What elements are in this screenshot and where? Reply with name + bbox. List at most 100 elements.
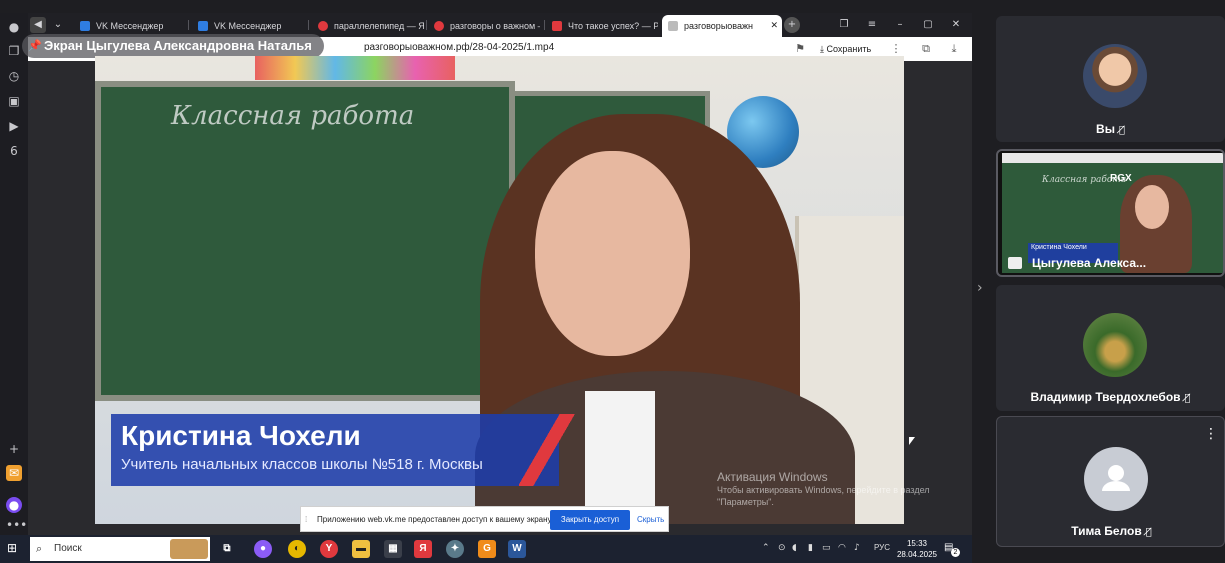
participant-name: Цыгулева Алекса... [1032,256,1147,270]
chevron-down-icon[interactable]: ⌄ [50,17,66,33]
menu-icon[interactable]: ≡ [864,17,880,33]
caption-name: Кристина Чохели [121,420,361,451]
participant-tile-self[interactable]: Вы 🎙̸ [996,16,1225,142]
desktop: ● ❐ ◷ ▣ ▶ 6 + ✉ ● ••• ◀ ⌄ VK Мессенджер … [0,0,1225,563]
chalkboard: Классная работа [95,81,515,401]
browser-side-panel: ● ❐ ◷ ▣ ▶ 6 + ✉ ● ••• [0,13,28,535]
more-options-icon[interactable]: ⋮ [1204,427,1218,441]
odnoklassniki-app-icon[interactable]: G [478,540,496,558]
vpn-app-icon[interactable]: ✦ [446,540,464,558]
store-icon[interactable]: ▦ [384,540,402,558]
tabs-overview-icon[interactable]: ❐ [836,17,852,33]
url-text[interactable]: разговорыоважном.рф/28-04-2025/1.mp4 [364,42,554,53]
mail-icon[interactable]: ✉ [6,465,22,481]
yandex-browser-icon[interactable]: Y [320,540,338,558]
pin-icon[interactable]: 📌 [28,34,42,58]
yandex-app-icon[interactable]: Я [414,540,432,558]
notification-count: 2 [951,548,960,557]
alice-app-icon[interactable]: ● [254,540,272,558]
tab-talks[interactable]: разговоры о важном — [428,15,540,37]
notification-center-icon[interactable]: ▤ 2 [944,542,960,557]
screen-share-label: 📌 Экран Цыгулева Александровна Наталья [22,34,324,58]
caption-title: Учитель начальных классов школы №518 г. … [121,456,483,473]
collapse-participants-icon[interactable]: › [977,280,983,296]
beeline-app-icon[interactable]: ◐ [288,540,306,558]
screen-share-icon [1008,257,1022,269]
new-tab-icon[interactable]: + [784,17,800,33]
tab-count-icon[interactable]: 6 [6,143,22,159]
vk-icon [198,21,208,31]
windows-taskbar: ⊞ ⌕ Поиск ⧉ ● ◐ Y ▬ ▦ Я ✦ G W ⌃ ⊙ ◖ ▮ ▭ … [0,535,972,563]
windows-activation-watermark: Активация Windows Чтобы активировать Win… [717,470,930,507]
speaker-face [535,151,690,356]
mic-off-icon: 🎙̸ [1184,393,1191,404]
windows-start-icon[interactable]: ⊞ [7,541,21,555]
more-options-icon[interactable]: ⋮ [888,41,904,57]
close-tab-icon[interactable]: ✕ [770,15,778,37]
mic-off-icon: 🎙̸ [1118,125,1125,136]
avatar [1084,447,1148,511]
mouse-cursor [909,437,915,445]
speaker-shirt [585,391,655,524]
tray-expand-icon[interactable]: ⌃ [762,543,770,553]
bookmark-icon[interactable]: ⚑ [792,41,808,57]
extensions-icon[interactable]: ⧉ [918,41,934,57]
yandex-icon [318,21,328,31]
hide-notice-link[interactable]: Скрыть [637,515,664,524]
participant-name: Владимир Твердохлебов 🎙̸ [1030,390,1191,404]
sound-icon[interactable]: ◀ [30,17,46,33]
tab-parallelepiped[interactable]: параллелепипед — Янд [312,15,424,37]
tab-success[interactable]: Что такое успех? — Раз [546,15,658,37]
wifi-icon[interactable]: ◠ [838,543,846,553]
screen-share-notice: ⁞ Приложению web.vk.me предоставлен дост… [300,506,669,532]
drag-handle-icon[interactable]: ⁞ [305,515,307,524]
tab-active-video[interactable]: разговорыоважн ✕ [662,15,782,37]
tray-sound-icon[interactable]: ◖ [792,543,797,553]
tray-app-icon[interactable]: ⊙ [778,543,786,553]
download-icon: ⤓ [820,45,824,55]
file-explorer-icon[interactable]: ▬ [352,540,370,558]
board-text: Классная работа [171,101,415,131]
task-view-icon[interactable]: ⧉ [218,540,236,558]
participant-name: Вы 🎙̸ [1096,122,1125,136]
mic-off-icon: 🎙̸ [1145,527,1152,538]
search-icon: ⌕ [36,542,43,555]
yandex-alice-icon[interactable]: ● [6,19,22,35]
yandex-icon [552,21,562,31]
network-icon[interactable]: ▭ [822,543,831,553]
collections-icon[interactable]: ❐ [6,43,22,59]
taskbar-clock[interactable]: 15:33 28.04.2025 [896,538,938,560]
participant-tile-screen-share[interactable]: Классная работа RGX Кристина Чохели Цыгу… [996,149,1225,277]
mini-overlay-label: RGX [1110,173,1132,184]
avatar [1083,44,1147,108]
alphabet-banner [255,56,455,80]
stop-sharing-button[interactable]: Закрыть доступ [550,510,630,530]
participant-tile-tima[interactable]: ⋮ Тима Белов 🎙̸ [996,416,1225,547]
messenger-icon[interactable]: ● [6,497,22,513]
word-app-icon[interactable]: W [508,540,526,558]
participant-tile-vladimir[interactable]: Владимир Твердохлебов 🎙̸ [996,285,1225,411]
battery-icon[interactable]: ▮ [808,543,813,553]
history-icon[interactable]: ◷ [6,68,22,84]
taskbar-search[interactable]: ⌕ Поиск [30,537,210,561]
minimize-icon[interactable]: – [892,17,908,33]
add-icon[interactable]: + [6,441,22,457]
save-button[interactable]: ⤓ Сохранить [820,41,871,57]
volume-icon[interactable]: ♪ [854,543,860,553]
participant-name: Тима Белов 🎙̸ [1071,524,1152,538]
downloads-bar-icon[interactable]: ⤓ [946,41,962,57]
yandex-icon [434,21,444,31]
screen-share-preview: Классная работа RGX Кристина Чохели Цыгу… [1002,153,1223,273]
user-icon [1102,465,1130,491]
more-icon[interactable]: ••• [6,517,27,533]
language-indicator[interactable]: РУС [874,543,890,552]
speaker-caption: Кристина Чохели Учитель начальных классо… [111,414,579,486]
maximize-icon[interactable]: ▢ [920,17,936,33]
downloads-icon[interactable]: ▣ [6,93,22,109]
close-window-icon[interactable]: ✕ [948,17,964,33]
video-player[interactable]: Классная работа Кристина Чохели Учитель … [95,56,904,524]
page-icon [668,21,678,31]
search-highlight-image [170,539,208,559]
video-icon[interactable]: ▶ [6,118,22,134]
vk-icon [80,21,90,31]
